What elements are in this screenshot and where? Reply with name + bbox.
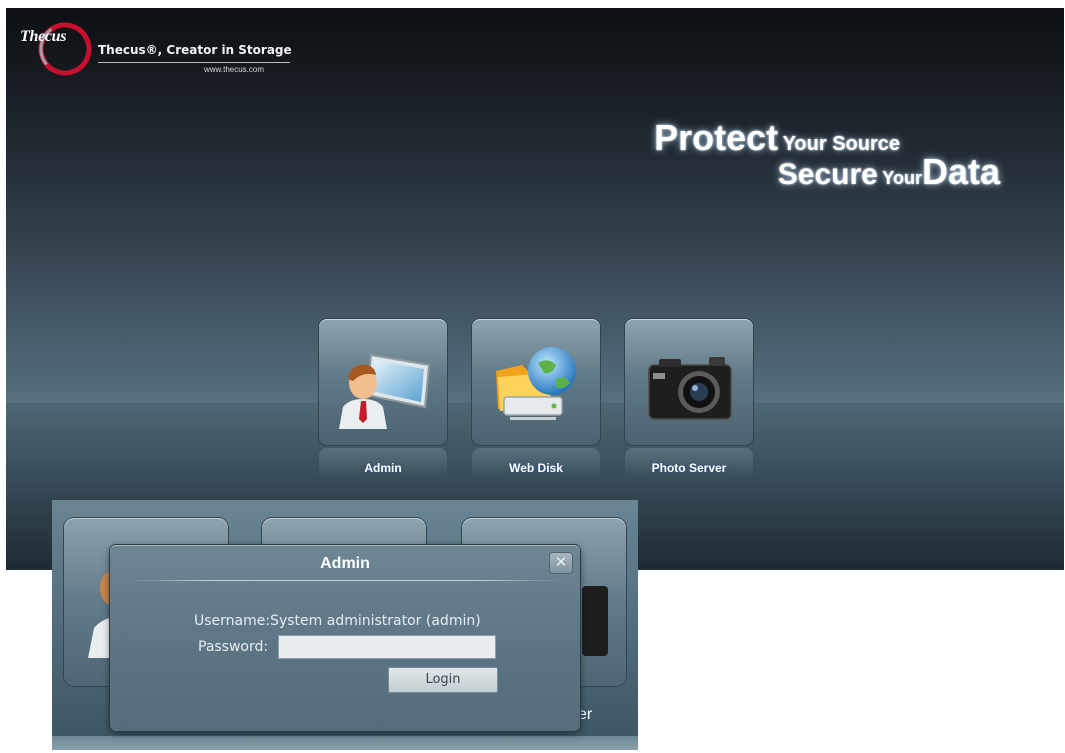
username-label: Username:	[194, 613, 271, 629]
web-disk-icon	[496, 347, 576, 420]
admin-login-dialog: Admin ✕ Username:System administrator (a…	[110, 545, 580, 731]
username-value: System administrator (admin)	[270, 613, 481, 629]
logo-divider	[98, 62, 290, 63]
logo-badge-text: Thecus	[20, 28, 67, 45]
admin-app-label[interactable]: Admin	[303, 461, 463, 475]
slogan-secure: Secure	[777, 158, 878, 191]
login-button[interactable]: Login	[388, 667, 498, 693]
inset-camera-icon	[582, 586, 608, 656]
slogan: Protect Your Source Secure YourData	[620, 120, 1000, 200]
photo-server-app-label[interactable]: Photo Server	[609, 461, 769, 475]
inset-photo-server-label: er	[578, 706, 593, 723]
slogan-your-source: Your Source	[782, 133, 900, 155]
inset-bottom-edge	[52, 736, 638, 750]
admin-app-tile[interactable]	[319, 319, 447, 445]
dialog-divider	[128, 580, 562, 581]
camera-icon	[648, 357, 732, 420]
slogan-data: Data	[921, 151, 1000, 192]
thecus-logo: Thecus Thecus®, Creator in Storage www.t…	[16, 20, 296, 80]
photo-server-app-tile[interactable]	[625, 319, 753, 445]
web-disk-app-tile[interactable]	[472, 319, 600, 445]
admin-user-icon	[339, 353, 431, 429]
slogan-line-1: Protect Your Source	[654, 120, 900, 156]
close-icon[interactable]: ✕	[550, 553, 572, 573]
thecus-login-screen: Thecus Thecus®, Creator in Storage www.t…	[6, 8, 1064, 570]
slogan-line-2: Secure YourData	[778, 154, 1000, 190]
dialog-title: Admin	[320, 555, 370, 572]
password-input[interactable]	[278, 635, 496, 659]
password-label: Password:	[198, 639, 269, 655]
logo-url: www.thecus.com	[204, 65, 265, 74]
logo-tagline: Thecus®, Creator in Storage	[98, 43, 292, 57]
slogan-your: Your	[882, 168, 922, 188]
web-disk-app-label[interactable]: Web Disk	[456, 461, 616, 475]
username-row: Username:System administrator (admin)	[194, 613, 481, 629]
zoomed-login-inset: er Admin ✕ Username:System administrator…	[52, 500, 638, 750]
slogan-protect: Protect	[654, 117, 779, 158]
